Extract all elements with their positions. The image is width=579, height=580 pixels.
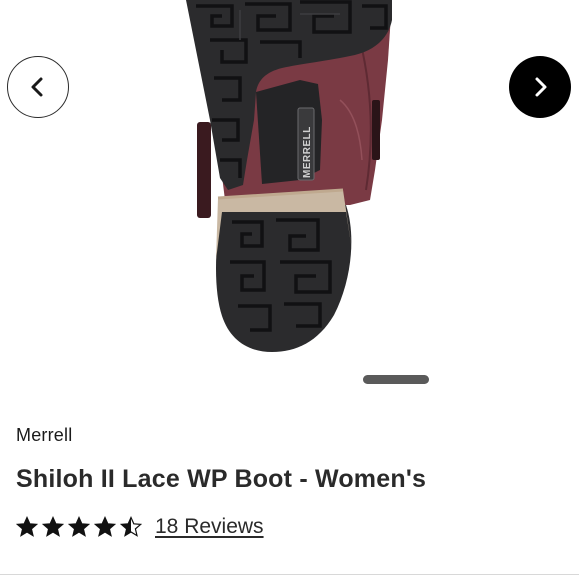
rating-stars [16,516,142,538]
product-image: MERRELL [186,0,392,352]
product-title: Shiloh II Lace WP Boot - Women's [16,465,427,493]
product-brand[interactable]: Merrell [16,425,72,446]
sole-logo: MERRELL [297,107,315,181]
chevron-right-icon [535,77,547,97]
star-half-icon [120,516,142,537]
sole-logo-text: MERRELL [302,126,313,178]
chevron-left-icon [31,77,43,97]
star-full-icon [68,516,90,537]
star-full-icon [16,516,38,537]
product-rating: 18 Reviews [16,512,264,542]
boot-strap [197,122,211,218]
reviews-link[interactable]: 18 Reviews [155,515,264,539]
next-image-button[interactable] [509,56,571,118]
carousel-page-indicator[interactable] [363,375,429,384]
section-divider [0,574,579,575]
star-full-icon [42,516,64,537]
star-full-icon [94,516,116,537]
previous-image-button[interactable] [7,56,69,118]
product-image-carousel[interactable]: MERRELL [0,0,579,392]
